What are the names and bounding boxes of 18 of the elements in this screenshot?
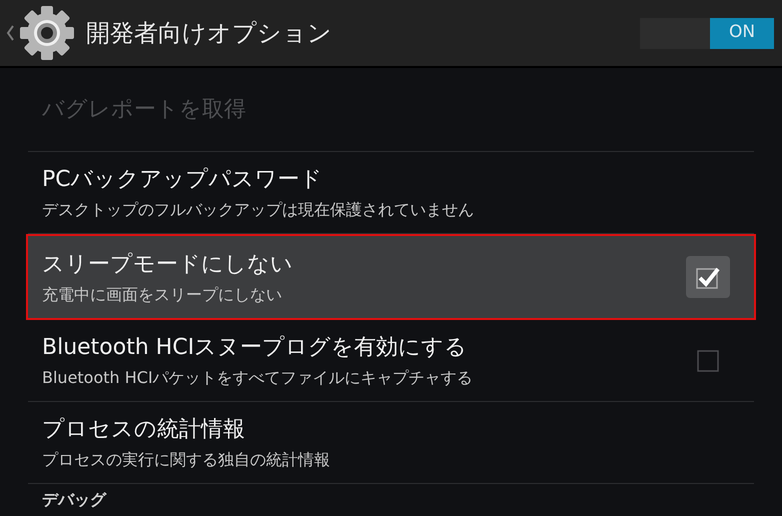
- setting-summary: Bluetooth HCIパケットをすべてファイルにキャプチャする: [42, 367, 474, 389]
- setting-summary: 充電中に画面をスリープにしない: [42, 284, 283, 306]
- checkbox[interactable]: [686, 256, 730, 298]
- up-caret-icon[interactable]: [6, 25, 14, 41]
- setting-title: スリープモードにしない: [42, 250, 294, 278]
- settings-row[interactable]: プロセスの統計情報 プロセスの実行に関する独自の統計情報: [28, 402, 754, 484]
- setting-title: PCバックアップパスワード: [42, 166, 324, 194]
- settings-row[interactable]: スリープモードにしない 充電中に画面をスリープにしない: [28, 236, 754, 318]
- setting-summary: プロセスの実行に関する独自の統計情報: [42, 449, 331, 471]
- setting-summary: デスクトップのフルバックアップは現在保護されていません: [42, 199, 475, 221]
- section-header: デバッグ: [42, 489, 108, 511]
- gear-icon[interactable]: [18, 4, 76, 62]
- settings-row[interactable]: Bluetooth HCIスヌープログを有効にする Bluetooth HCIパケットをすべてファイルにキャプチャする: [28, 320, 754, 402]
- setting-title: バグレポートを取得: [42, 96, 247, 124]
- screen-title: 開発者向けオプション: [86, 18, 333, 49]
- setting-title: Bluetooth HCIスヌープログを有効にする: [42, 334, 468, 362]
- empty-square-icon: [697, 350, 719, 372]
- setting-title: プロセスの統計情報: [42, 416, 246, 444]
